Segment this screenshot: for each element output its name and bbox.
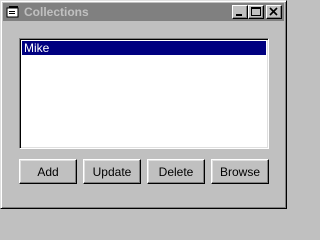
browse-button[interactable]: Browse [211,159,269,184]
collections-window: Collections Mike Add Update Delete Brows… [0,0,287,209]
close-icon [269,7,278,16]
window-title: Collections [24,5,89,19]
collections-listbox[interactable]: Mike [19,38,269,149]
minimize-icon [236,14,242,16]
add-button[interactable]: Add [19,159,77,184]
close-button[interactable] [266,5,282,19]
update-button[interactable]: Update [83,159,141,184]
window-icon[interactable] [6,5,20,19]
delete-button[interactable]: Delete [147,159,205,184]
title-bar[interactable]: Collections [3,3,284,21]
maximize-icon [251,7,261,16]
list-item[interactable]: Mike [22,41,266,55]
minimize-button[interactable] [232,5,248,19]
maximize-button[interactable] [248,5,264,19]
